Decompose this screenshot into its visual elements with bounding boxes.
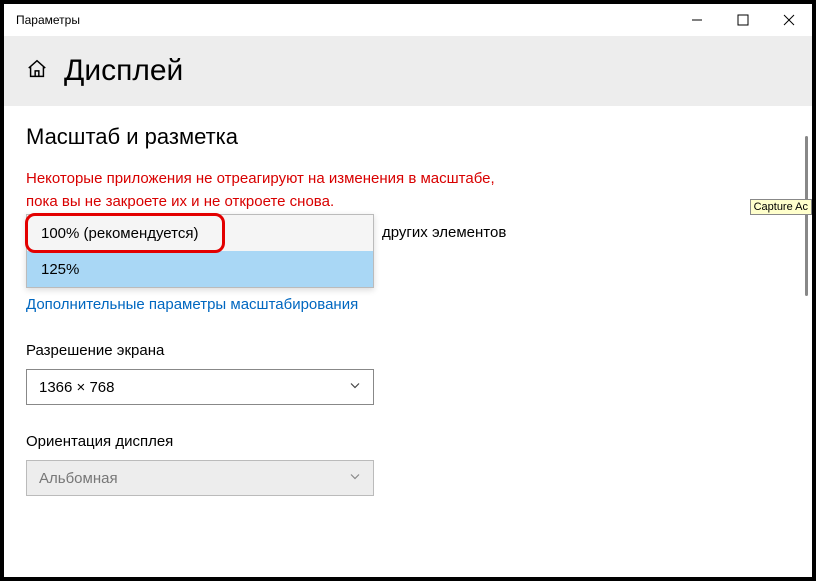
- chevron-down-icon: [349, 379, 361, 396]
- resolution-label: Разрешение экрана: [26, 342, 790, 359]
- home-icon[interactable]: [26, 58, 48, 85]
- capture-tooltip: Capture Ac: [750, 199, 812, 215]
- close-button[interactable]: [766, 4, 812, 36]
- resolution-select[interactable]: 1366 × 768: [26, 369, 374, 405]
- orientation-value: Альбомная: [39, 470, 118, 487]
- minimize-button[interactable]: [674, 4, 720, 36]
- header-bar: Дисплей: [4, 36, 812, 106]
- titlebar: Параметры: [4, 4, 812, 36]
- orientation-label: Ориентация дисплея: [26, 433, 790, 450]
- content-area: Масштаб и разметка Некоторые приложения …: [4, 106, 812, 496]
- scrollbar-thumb[interactable]: [805, 136, 808, 296]
- chevron-down-icon: [349, 470, 361, 487]
- orientation-select[interactable]: Альбомная: [26, 460, 374, 496]
- resolution-value: 1366 × 768: [39, 379, 115, 396]
- page-title: Дисплей: [64, 54, 183, 88]
- warning-line2: пока вы не закроете их и не откроете сно…: [26, 191, 790, 212]
- maximize-button[interactable]: [720, 4, 766, 36]
- scrollbar[interactable]: [800, 110, 808, 573]
- section-heading: Масштаб и разметка: [26, 124, 790, 150]
- window-controls: [674, 4, 812, 36]
- scale-label-fragment: других элементов: [382, 224, 506, 241]
- scale-option-125[interactable]: 125%: [27, 251, 373, 287]
- advanced-scaling-link[interactable]: Дополнительные параметры масштабирования: [26, 296, 358, 313]
- scale-dropdown-area: других элементов 100% (рекомендуется) 12…: [26, 214, 790, 290]
- window-title: Параметры: [16, 13, 674, 27]
- warning-line1: Некоторые приложения не отреагируют на и…: [26, 168, 790, 189]
- scale-dropdown-open[interactable]: 100% (рекомендуется) 125%: [26, 214, 374, 288]
- scale-option-100[interactable]: 100% (рекомендуется): [27, 215, 373, 251]
